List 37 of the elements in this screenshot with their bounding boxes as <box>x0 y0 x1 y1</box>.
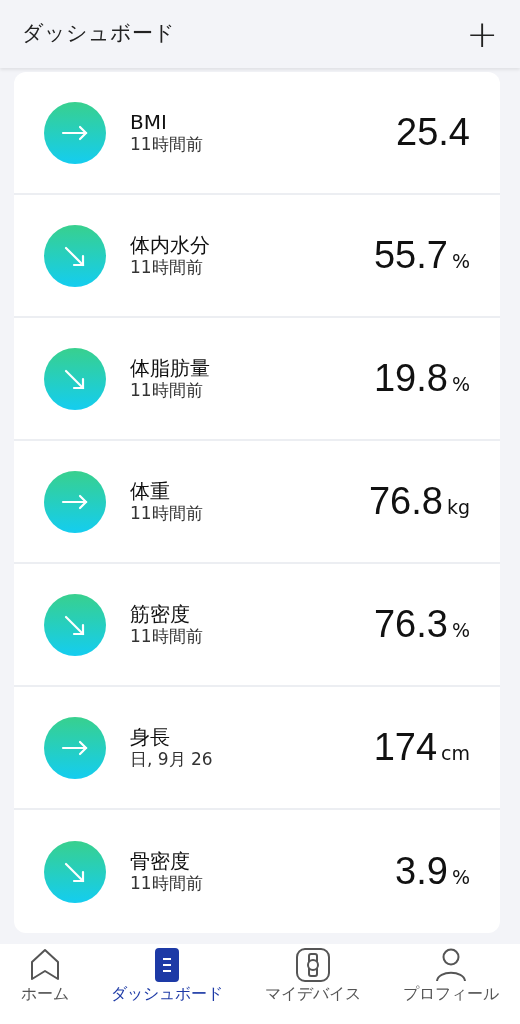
nav-tab[interactable]: ホーム <box>21 944 69 1006</box>
metric-name: 体重 <box>130 479 171 504</box>
page-title: ダッシュボード <box>22 20 175 48</box>
metric-value: 19.8 <box>373 356 448 401</box>
nav-tab[interactable]: マイデバイス <box>265 944 361 1006</box>
metric-name: 体脂肪量 <box>130 356 211 381</box>
metric-name: 身長 <box>130 725 171 750</box>
metric-value: 3.9 <box>395 849 448 894</box>
metric-unit: % <box>451 618 470 643</box>
metric-time: 11時間前 <box>130 257 204 278</box>
metric-value: 76.8 <box>368 479 443 524</box>
profile-icon <box>435 948 467 982</box>
watch-icon <box>296 948 330 982</box>
metric-unit: cm <box>441 741 470 766</box>
home-icon <box>30 948 60 982</box>
metric-time: 11時間前 <box>130 380 204 401</box>
metric-time: 11時間前 <box>130 503 204 524</box>
metric-unit: % <box>451 372 470 397</box>
metric-time: 11時間前 <box>130 873 204 894</box>
metric-time: 11時間前 <box>130 134 204 155</box>
add-button[interactable]: + <box>466 15 498 53</box>
metric-time: 11時間前 <box>130 626 204 647</box>
nav-tab[interactable]: ダッシュボード <box>111 944 223 1006</box>
metric-value: 55.7 <box>373 233 448 278</box>
metric-unit: kg <box>446 495 470 520</box>
metric-unit: % <box>451 249 470 274</box>
metric-name: 体内水分 <box>130 233 211 258</box>
list-icon <box>155 948 179 982</box>
metric-name: 骨密度 <box>130 849 191 874</box>
metric-unit: % <box>451 865 470 890</box>
nav-tab[interactable]: プロフィール <box>403 944 499 1006</box>
metric-name: BMI <box>130 110 168 135</box>
metric-value: 174 <box>373 725 438 770</box>
metric-name: 筋密度 <box>130 602 191 627</box>
metric-value: 76.3 <box>373 602 448 647</box>
metric-value: 25.4 <box>396 110 470 155</box>
metric-time: 日, 9月 26 <box>130 749 214 770</box>
